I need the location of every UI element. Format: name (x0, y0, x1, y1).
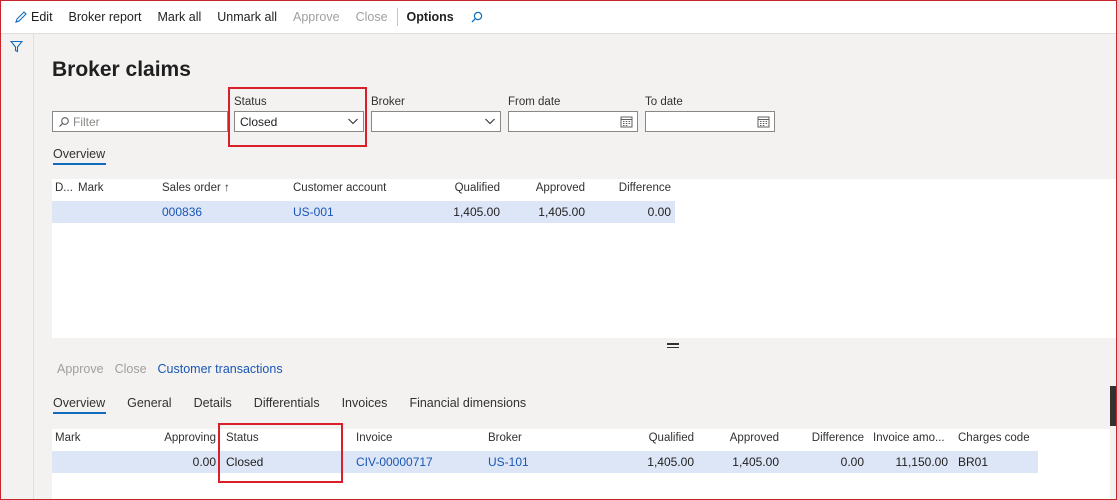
approved-cell: 1,405.00 (732, 455, 779, 469)
search-icon (59, 116, 69, 127)
column-header-qualified[interactable]: Qualified (612, 432, 694, 444)
pencil-icon (15, 10, 27, 23)
column-header-mark[interactable]: Mark (55, 432, 81, 444)
claim-lines-grid: Mark Approving Status Invoice Broker Qua… (52, 429, 1110, 500)
upper-tab-strip: Overview (52, 145, 116, 167)
column-header-invoice[interactable]: Invoice (356, 432, 392, 444)
tab-financial-dimensions[interactable]: Financial dimensions (398, 394, 537, 416)
from-date-field[interactable] (508, 111, 638, 132)
customer-account-link[interactable]: US-001 (293, 205, 334, 219)
tab-overview[interactable]: Overview (52, 145, 116, 167)
close-lines-button[interactable]: Close (115, 362, 147, 376)
lower-tab-strip: Overview General Details Differentials I… (52, 394, 537, 416)
qualified-cell: 1,405.00 (647, 455, 694, 469)
broker-label: Broker (371, 96, 405, 108)
sales-order-header-label: Sales order (162, 182, 221, 194)
edit-button[interactable]: Edit (6, 0, 61, 34)
to-date-field[interactable] (645, 111, 775, 132)
options-button[interactable]: Options (399, 0, 462, 34)
filter-input[interactable]: Filter (52, 111, 228, 132)
status-column-highlight-box (218, 423, 343, 483)
vertical-scrollbar-thumb[interactable] (1110, 386, 1116, 426)
approve-button[interactable]: Approve (285, 0, 348, 34)
invoice-amount-cell: 11,150.00 (895, 455, 949, 469)
column-header-approved[interactable]: Approved (697, 432, 779, 444)
customer-transactions-button[interactable]: Customer transactions (158, 362, 283, 376)
action-pane: Edit Broker report Mark all Unmark all A… (0, 0, 1117, 34)
table-row[interactable]: 000836 US-001 1,405.00 1,405.00 0.00 (52, 201, 675, 223)
difference-cell: 0.00 (840, 455, 864, 469)
unmark-all-button[interactable]: Unmark all (209, 0, 285, 34)
difference-cell: 0.00 (647, 205, 671, 219)
broker-select[interactable] (371, 111, 501, 132)
column-header-customer-account[interactable]: Customer account (293, 182, 386, 194)
pane-splitter-handle[interactable] (667, 343, 679, 349)
status-highlight-box (228, 87, 367, 147)
broker-link[interactable]: US-101 (488, 455, 529, 469)
column-header-sales-order[interactable]: Sales order ↑ (162, 182, 230, 194)
approve-lines-button[interactable]: Approve (57, 362, 104, 376)
table-row[interactable]: 0.00 Closed CIV-00000717 US-101 1,405.00… (52, 451, 1038, 473)
claim-lines-grid-header: Mark Approving Status Invoice Broker Qua… (52, 429, 1110, 450)
sales-order-link[interactable]: 000836 (162, 205, 202, 219)
tab-overview-lines[interactable]: Overview (52, 394, 116, 416)
charges-code-cell: BR01 (958, 455, 989, 469)
search-icon (471, 11, 482, 22)
sort-ascending-icon: ↑ (224, 182, 230, 194)
filter-icon[interactable] (10, 40, 23, 53)
column-header-approving[interactable]: Approving (146, 432, 216, 444)
invoice-link[interactable]: CIV-00000717 (356, 455, 433, 469)
column-header-broker[interactable]: Broker (488, 432, 522, 444)
tab-details[interactable]: Details (183, 394, 243, 416)
page-title: Broker claims (52, 58, 191, 81)
claims-grid: D... Mark Sales order ↑ Customer account… (52, 179, 1117, 338)
calendar-icon[interactable] (620, 115, 633, 128)
column-header-charges-code[interactable]: Charges code (958, 432, 1030, 444)
qualified-cell: 1,405.00 (453, 205, 500, 219)
filter-placeholder: Filter (73, 114, 100, 129)
broker-report-button[interactable]: Broker report (61, 0, 150, 34)
claims-grid-header: D... Mark Sales order ↑ Customer account… (52, 179, 1117, 200)
chevron-down-icon (485, 118, 495, 125)
approving-cell[interactable]: 0.00 (146, 455, 216, 469)
column-header-invoice-amount[interactable]: Invoice amo... (873, 432, 945, 444)
to-date-label: To date (645, 96, 683, 108)
tab-invoices[interactable]: Invoices (331, 394, 399, 416)
toolbar-divider (396, 7, 398, 26)
edit-label: Edit (31, 9, 53, 24)
column-header-difference[interactable]: Difference (782, 432, 864, 444)
close-button[interactable]: Close (348, 0, 396, 34)
column-header-difference[interactable]: Difference (592, 182, 671, 194)
mark-all-button[interactable]: Mark all (150, 0, 210, 34)
from-date-label: From date (508, 96, 561, 108)
column-header-qualified[interactable]: Qualified (422, 182, 500, 194)
search-button[interactable] (462, 0, 492, 34)
filter-rail (0, 34, 34, 500)
tab-general[interactable]: General (116, 394, 182, 416)
lines-action-bar: Approve Close Customer transactions (57, 362, 283, 376)
column-header-approved[interactable]: Approved (507, 182, 585, 194)
approved-cell: 1,405.00 (538, 205, 585, 219)
column-header-d[interactable]: D... (55, 182, 73, 194)
column-header-mark[interactable]: Mark (78, 182, 104, 194)
tab-differentials[interactable]: Differentials (243, 394, 331, 416)
calendar-icon[interactable] (757, 115, 770, 128)
